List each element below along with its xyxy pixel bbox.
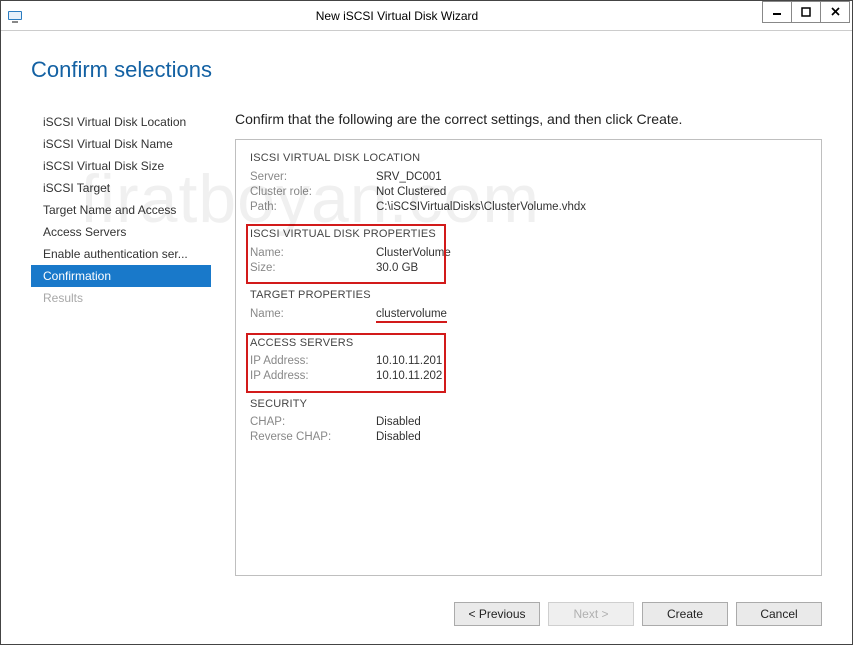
chap-label: CHAP: [250,415,376,430]
section-access-header: ACCESS SERVERS [250,337,807,349]
target-name-value: clustervolume [376,306,447,323]
window-title: New iSCSI Virtual Disk Wizard [31,9,763,23]
step-access-servers[interactable]: Access Servers [31,221,211,243]
step-confirmation[interactable]: Confirmation [31,265,211,287]
section-access-servers: ACCESS SERVERS IP Address: 10.10.11.201 … [250,337,807,384]
target-name-label: Name: [250,306,376,323]
section-target-header: TARGET PROPERTIES [250,289,807,301]
step-results: Results [31,287,211,309]
section-properties: ISCSI VIRTUAL DISK PROPERTIES Name: Clus… [250,228,807,275]
ip2-value: 10.10.11.202 [376,369,442,384]
section-location-header: ISCSI VIRTUAL DISK LOCATION [250,152,807,164]
summary-box: ISCSI VIRTUAL DISK LOCATION Server: SRV_… [235,139,822,576]
section-security-header: SECURITY [250,398,807,410]
step-iscsi-target[interactable]: iSCSI Target [31,177,211,199]
previous-button[interactable]: < Previous [454,602,540,626]
app-icon [7,8,23,24]
path-value: C:\iSCSIVirtualDisks\ClusterVolume.vhdx [376,199,586,214]
reverse-chap-value: Disabled [376,430,421,445]
reverse-chap-label: Reverse CHAP: [250,430,376,445]
main-row: iSCSI Virtual Disk Location iSCSI Virtua… [31,111,822,576]
path-label: Path: [250,199,376,214]
chap-value: Disabled [376,415,421,430]
step-target-name-access[interactable]: Target Name and Access [31,199,211,221]
cluster-role-value: Not Clustered [376,184,586,199]
step-disk-name[interactable]: iSCSI Virtual Disk Name [31,133,211,155]
disk-name-value: ClusterVolume [376,245,451,260]
next-button: Next > [548,602,634,626]
disk-name-label: Name: [250,245,376,260]
ip1-value: 10.10.11.201 [376,354,442,369]
main-panel: Confirm that the following are the corre… [235,111,822,576]
section-security: SECURITY CHAP: Disabled Reverse CHAP: Di… [250,398,807,445]
wizard-steps-sidebar: iSCSI Virtual Disk Location iSCSI Virtua… [31,111,211,576]
maximize-button[interactable] [791,1,821,23]
ip1-label: IP Address: [250,354,376,369]
titlebar: New iSCSI Virtual Disk Wizard [1,1,852,31]
cancel-button[interactable]: Cancel [736,602,822,626]
instruction-text: Confirm that the following are the corre… [235,111,822,127]
disk-size-value: 30.0 GB [376,260,451,275]
page-title: Confirm selections [31,57,822,83]
cluster-role-label: Cluster role: [250,184,376,199]
section-location: ISCSI VIRTUAL DISK LOCATION Server: SRV_… [250,152,807,214]
step-enable-authentication[interactable]: Enable authentication ser... [31,243,211,265]
wizard-button-row: < Previous Next > Create Cancel [1,586,852,644]
content-area: Confirm selections iSCSI Virtual Disk Lo… [1,31,852,586]
section-target: TARGET PROPERTIES Name: clustervolume [250,289,807,323]
step-disk-size[interactable]: iSCSI Virtual Disk Size [31,155,211,177]
server-value: SRV_DC001 [376,169,586,184]
server-label: Server: [250,169,376,184]
wizard-window: New iSCSI Virtual Disk Wizard firatboyan… [0,0,853,645]
disk-size-label: Size: [250,260,376,275]
create-button[interactable]: Create [642,602,728,626]
ip2-label: IP Address: [250,369,376,384]
section-properties-header: ISCSI VIRTUAL DISK PROPERTIES [250,228,807,240]
minimize-button[interactable] [762,1,792,23]
close-button[interactable] [820,1,850,23]
step-disk-location[interactable]: iSCSI Virtual Disk Location [31,111,211,133]
window-controls [763,1,852,23]
